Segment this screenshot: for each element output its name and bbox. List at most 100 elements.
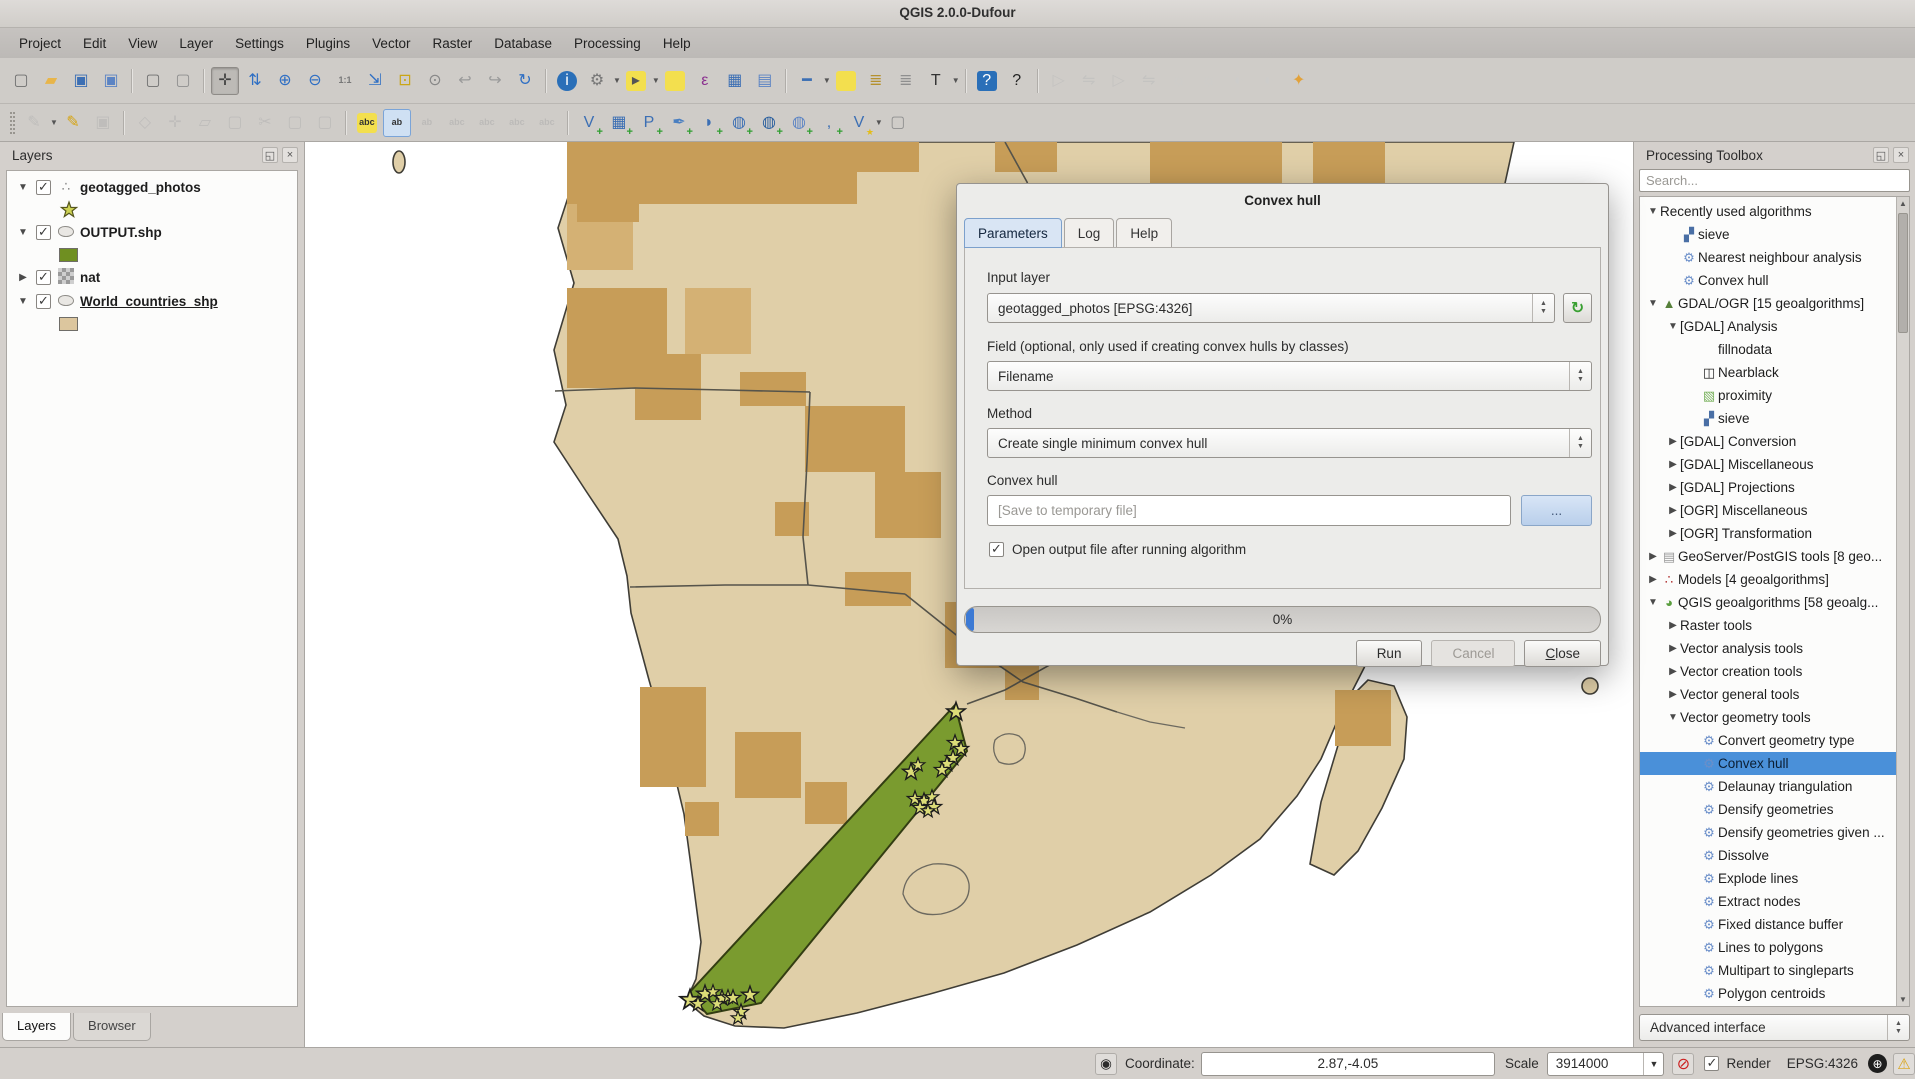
expander-icon[interactable]: ▼ [15,227,31,238]
help-contents-icon[interactable]: ? [973,67,1001,95]
layer-item[interactable]: ▼OUTPUT.shp [7,220,297,244]
expander-icon[interactable]: ▶ [15,272,31,283]
dialog-tab-log[interactable]: Log [1064,218,1115,248]
select-features-icon[interactable]: ▸ [622,67,650,95]
zoom-in-icon[interactable]: ⊕ [271,67,299,95]
expander-icon[interactable]: ▶ [1666,643,1680,654]
output-file-input[interactable]: [Save to temporary file] [987,495,1511,526]
toolbox-item-extract-nodes[interactable]: ⚙Extract nodes [1640,890,1909,913]
menu-vector[interactable]: Vector [361,32,421,55]
new-bookmark-icon[interactable]: ≣ [862,67,890,95]
stop-render-icon[interactable]: ⊘ [1672,1053,1694,1075]
run-feature-action-icon[interactable]: ⚙ [583,67,611,95]
crs-globe-icon[interactable]: ⊕ [1868,1054,1887,1073]
show-bookmarks-icon[interactable]: ≣ [892,67,920,95]
expander-icon[interactable]: ▼ [1666,712,1680,723]
add-wcs-layer-icon[interactable]: ◍+ [755,109,783,137]
expander-icon[interactable]: ▶ [1666,528,1680,539]
expander-icon[interactable]: ▶ [1666,459,1680,470]
messages-warning-icon[interactable]: ⚠ [1893,1053,1915,1075]
save-project-icon[interactable]: ▣ [67,67,95,95]
toolbox-item-geoserver-postgis-tools-8-geo[interactable]: ▶▤GeoServer/PostGIS tools [8 geo... [1640,545,1909,568]
toolbox-item-sieve[interactable]: ▞sieve [1640,223,1909,246]
toolbox-item-gdal-ogr-15-geoalgorithms[interactable]: ▼▲GDAL/OGR [15 geoalgorithms] [1640,292,1909,315]
toolbox-item-gdal-conversion[interactable]: ▶[GDAL] Conversion [1640,430,1909,453]
select-by-expression-icon[interactable]: ε [691,67,719,95]
labeling-icon[interactable]: abc [353,109,381,137]
toolbox-item-densify-geometries-given[interactable]: ⚙Densify geometries given ... [1640,821,1909,844]
add-spatialite-layer-icon[interactable]: ✒+ [665,109,693,137]
run-feature-action-dropdown-icon[interactable]: ▼ [613,76,621,85]
expander-icon[interactable]: ▶ [1646,574,1660,585]
layer-item[interactable]: ▼World_countries_shp [7,289,297,313]
map-tips-icon[interactable] [832,67,860,95]
plugin-colored-icon[interactable]: ✦ [1285,67,1313,95]
expander-icon[interactable]: ▶ [1666,620,1680,631]
toolbox-item-vector-general-tools[interactable]: ▶Vector general tools [1640,683,1909,706]
expander-icon[interactable]: ▶ [1666,689,1680,700]
toolbox-item-gdal-analysis[interactable]: ▼[GDAL] Analysis [1640,315,1909,338]
toolbox-item-polygon-centroids[interactable]: ⚙Polygon centroids [1640,982,1909,1005]
add-mssql-layer-icon[interactable]: ◗+ [695,109,723,137]
new-shapefile-layer-dropdown-icon[interactable]: ▼ [875,118,883,127]
coordinate-input[interactable]: 2.87,-4.05 [1201,1052,1495,1076]
text-annotation-dropdown-icon[interactable]: ▼ [952,76,960,85]
toolbox-item-explode-lines[interactable]: ⚙Explode lines [1640,867,1909,890]
new-vector-layer-icon[interactable]: V+ [575,109,603,137]
toolbox-item-multipart-to-singleparts[interactable]: ⚙Multipart to singleparts [1640,959,1909,982]
toolbox-item-densify-geometries[interactable]: ⚙Densify geometries [1640,798,1909,821]
zoom-to-selection-icon[interactable]: ⊡ [391,67,419,95]
deselect-features-icon[interactable] [661,67,689,95]
scroll-up-icon[interactable]: ▲ [1897,197,1909,210]
label-pin-icon[interactable]: ab [383,109,411,137]
dialog-title[interactable]: Convex hull [957,193,1608,208]
zoom-to-layer-icon[interactable]: ⊙ [421,67,449,95]
menu-plugins[interactable]: Plugins [295,32,361,55]
toolbox-item-models-4-geoalgorithms[interactable]: ▶∴Models [4 geoalgorithms] [1640,568,1909,591]
run-button[interactable]: Run [1356,640,1423,667]
expander-icon[interactable]: ▶ [1666,482,1680,493]
expander-icon[interactable]: ▼ [15,182,31,193]
new-composer-icon[interactable]: ▢ [139,67,167,95]
menu-project[interactable]: Project [8,32,72,55]
expander-icon[interactable]: ▼ [1646,597,1660,608]
toolbox-item-convex-hull[interactable]: ⚙Convex hull [1640,752,1909,775]
text-annotation-icon[interactable]: T [922,67,950,95]
add-wms-layer-icon[interactable]: ◍+ [725,109,753,137]
panel-close-icon[interactable]: × [1893,147,1909,163]
menu-edit[interactable]: Edit [72,32,117,55]
toolbox-item-vector-analysis-tools[interactable]: ▶Vector analysis tools [1640,637,1909,660]
layer-name[interactable]: World_countries_shp [80,294,218,309]
refresh-icon[interactable]: ↻ [511,67,539,95]
layer-name[interactable]: geotagged_photos [80,180,201,195]
toolbox-item-fixed-distance-buffer[interactable]: ⚙Fixed distance buffer [1640,913,1909,936]
save-project-as-icon[interactable]: ▣ [97,67,125,95]
toolbox-item-gdal-projections[interactable]: ▶[GDAL] Projections [1640,476,1909,499]
zoom-out-icon[interactable]: ⊖ [301,67,329,95]
expander-icon[interactable]: ▶ [1666,505,1680,516]
toolbox-item-proximity[interactable]: ▧proximity [1640,384,1909,407]
panel-float-icon[interactable]: ◱ [262,147,278,163]
toolbox-item-ogr-miscellaneous[interactable]: ▶[OGR] Miscellaneous [1640,499,1909,522]
expander-icon[interactable]: ▼ [1666,321,1680,332]
expander-icon[interactable]: ▶ [1646,551,1660,562]
scale-combo[interactable]: 3914000 ▼ [1547,1052,1665,1076]
menu-database[interactable]: Database [483,32,563,55]
layer-visibility-checkbox[interactable] [36,294,51,309]
field-combo[interactable]: Filename ▲▼ [987,361,1592,391]
menu-view[interactable]: View [117,32,168,55]
tab-layers[interactable]: Layers [2,1013,71,1041]
menu-settings[interactable]: Settings [224,32,295,55]
measure-icon[interactable]: ━ [793,67,821,95]
toolbox-item-delaunay-triangulation[interactable]: ⚙Delaunay triangulation [1640,775,1909,798]
pan-to-selection-icon[interactable]: ⇅ [241,67,269,95]
layer-item[interactable]: ▶nat [7,265,297,289]
dialog-tab-help[interactable]: Help [1116,218,1172,248]
tab-browser[interactable]: Browser [73,1013,151,1041]
toolbox-item-vector-creation-tools[interactable]: ▶Vector creation tools [1640,660,1909,683]
panel-float-icon[interactable]: ◱ [1873,147,1889,163]
menu-layer[interactable]: Layer [168,32,224,55]
current-edits-dropdown-icon[interactable]: ▼ [50,118,58,127]
zoom-last-icon[interactable]: ↩ [451,67,479,95]
titlebar[interactable]: QGIS 2.0.0-Dufour [0,0,1915,28]
